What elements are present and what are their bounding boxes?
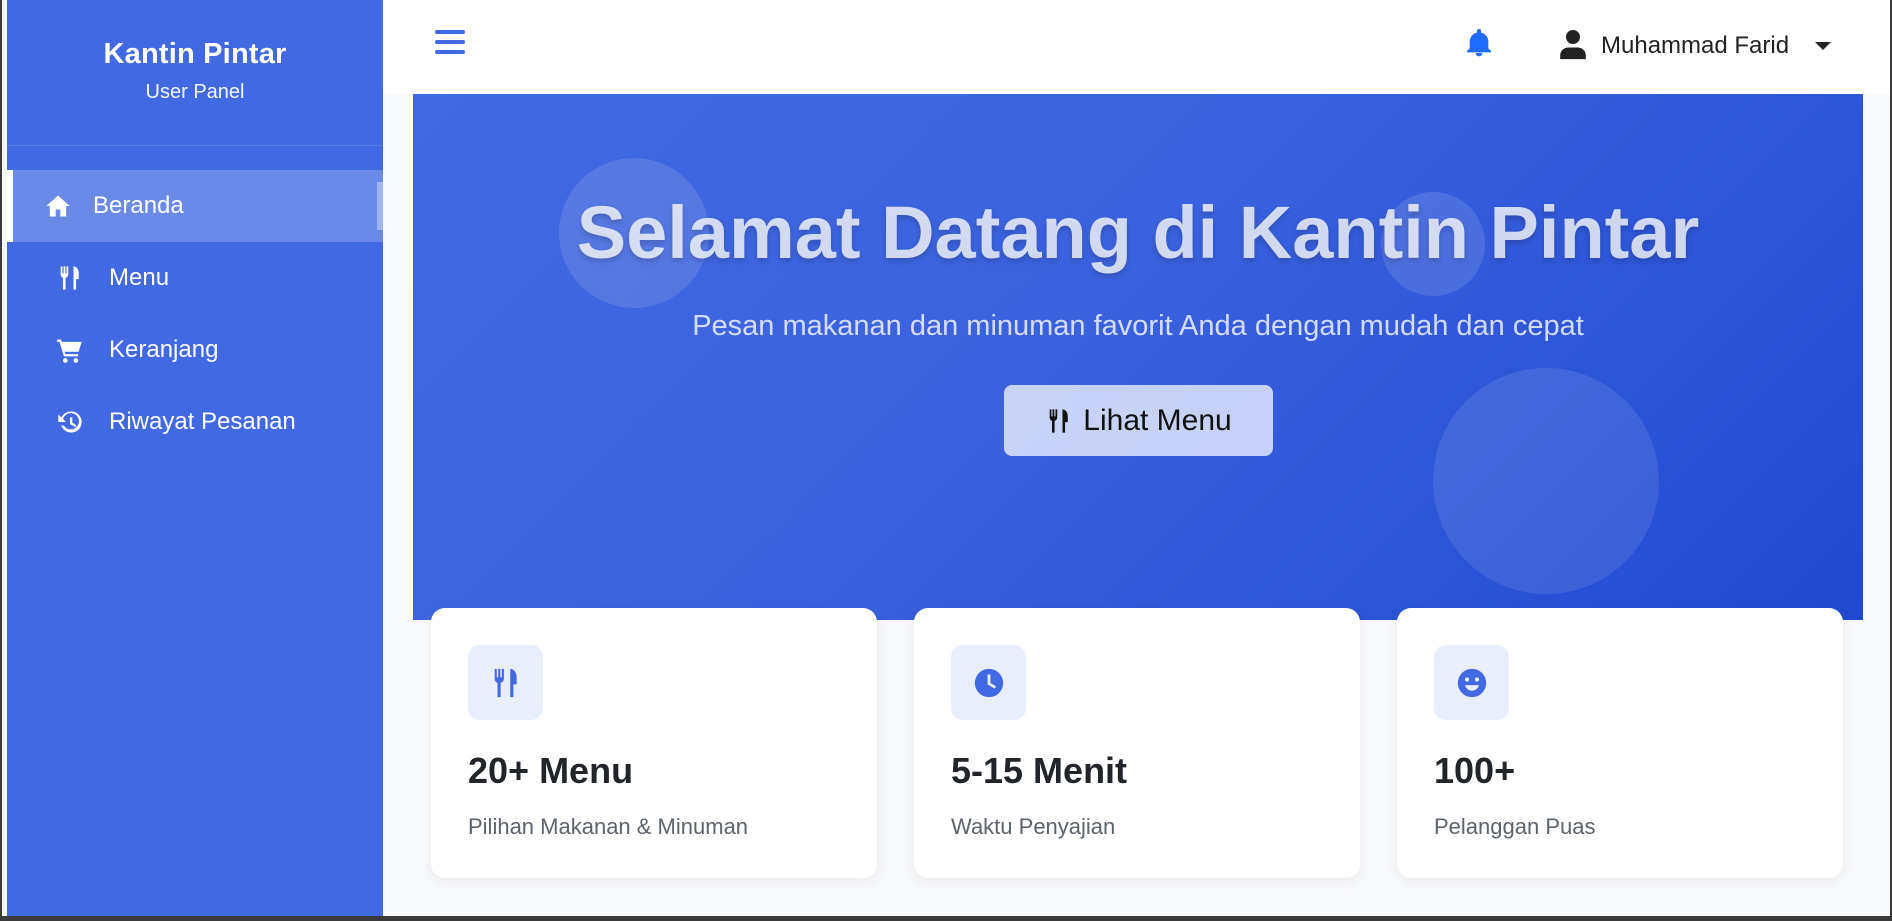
brand-title: Kantin Pintar [103, 38, 287, 70]
caret-down-icon [1815, 42, 1832, 50]
sidebar-nav: Beranda Menu Keranjang Riwayat Pesanan [7, 170, 383, 458]
lihat-menu-button[interactable]: Lihat Menu [1004, 385, 1273, 456]
sidebar-item-label: Menu [109, 264, 170, 291]
smile-icon [1434, 645, 1509, 720]
sidebar-brand: Kantin Pintar User Panel [7, 0, 383, 146]
stat-card-pelanggan: 100+ Pelanggan Puas [1397, 608, 1843, 878]
history-icon [55, 407, 85, 437]
stat-label: Waktu Penyajian [951, 814, 1116, 839]
sidebar-item-keranjang[interactable]: Keranjang [7, 314, 383, 386]
cart-icon [55, 335, 85, 365]
home-icon [43, 191, 73, 221]
sidebar-item-beranda[interactable]: Beranda [7, 170, 383, 242]
stat-value: 5-15 Menit [951, 750, 1128, 791]
stat-label: Pilihan Makanan & Minuman [468, 814, 749, 839]
user-name: Muhammad Farid [1601, 32, 1790, 59]
bell-icon[interactable] [1463, 26, 1497, 62]
user-menu[interactable]: Muhammad Farid [1559, 28, 1832, 65]
topbar: Muhammad Farid [383, 0, 1890, 94]
utensils-icon [1049, 408, 1069, 433]
utensils-icon [55, 263, 85, 293]
app-window: Kantin Pintar User Panel Beranda Menu Ke… [2, 0, 1890, 916]
hero-subtitle: Pesan makanan dan minuman favorit Anda d… [692, 310, 1584, 342]
sidebar-item-label: Keranjang [109, 336, 219, 363]
sidebar-item-riwayat-pesanan[interactable]: Riwayat Pesanan [7, 386, 383, 458]
hamburger-icon[interactable] [435, 30, 465, 60]
clock-icon [951, 645, 1026, 720]
utensils-icon [468, 645, 543, 720]
sidebar: Kantin Pintar User Panel Beranda Menu Ke… [7, 0, 383, 916]
hero-title: Selamat Datang di Kantin Pintar [576, 191, 1700, 274]
sidebar-item-menu[interactable]: Menu [7, 242, 383, 314]
lihat-menu-label: Lihat Menu [1083, 403, 1232, 437]
stat-card-waktu: 5-15 Menit Waktu Penyajian [914, 608, 1360, 878]
decorative-circle [1433, 368, 1659, 594]
hero-banner: Selamat Datang di Kantin Pintar Pesan ma… [413, 94, 1863, 620]
stat-label: Pelanggan Puas [1434, 814, 1596, 839]
stat-card-menu: 20+ Menu Pilihan Makanan & Minuman [431, 608, 877, 878]
brand-subtitle: User Panel [145, 81, 245, 103]
sidebar-item-label: Riwayat Pesanan [109, 408, 296, 435]
user-icon [1559, 28, 1587, 65]
stat-value: 20+ Menu [468, 750, 634, 791]
stat-value: 100+ [1434, 750, 1516, 791]
main-content: Muhammad Farid Selamat Datang di Kantin … [383, 0, 1890, 916]
sidebar-item-label: Beranda [93, 192, 184, 219]
